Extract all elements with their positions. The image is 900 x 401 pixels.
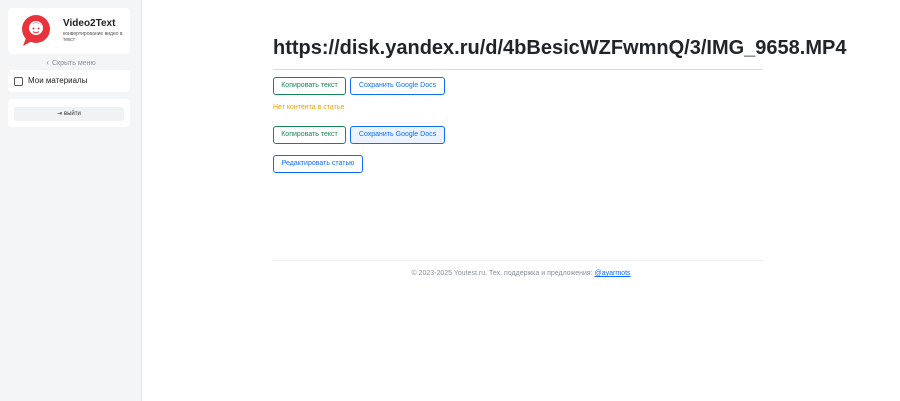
- chevron-left-icon: ‹: [46, 58, 49, 67]
- title-divider: [273, 69, 763, 70]
- materials-checkbox-icon: [14, 77, 23, 86]
- footer: © 2023-2025 Youtest.ru. Тех. поддержка и…: [142, 270, 900, 277]
- logout-card: ⇥ выйти: [8, 99, 130, 127]
- logout-icon: ⇥: [57, 111, 63, 117]
- copy-text-button-2[interactable]: Копировать текст: [273, 126, 346, 144]
- save-google-docs-button-2[interactable]: Сохранить Google Docs: [350, 126, 445, 144]
- main-content: https://disk.yandex.ru/d/4bBesicWZFwmnQ/…: [142, 0, 900, 401]
- logout-button[interactable]: ⇥ выйти: [14, 107, 124, 121]
- hide-menu-label: Скрыть меню: [52, 60, 96, 67]
- sidebar-item-my-materials[interactable]: Мои материалы: [8, 70, 130, 92]
- brand-logo-icon: [22, 15, 50, 46]
- brand-name: Video2Text: [63, 18, 116, 29]
- footer-divider: [273, 260, 763, 261]
- logout-label: выйти: [63, 111, 81, 117]
- hide-menu-toggle[interactable]: ‹ Скрыть меню: [0, 58, 142, 67]
- no-content-notice: Нет контента в статье: [273, 104, 345, 111]
- page-title: https://disk.yandex.ru/d/4bBesicWZFwmnQ/…: [273, 37, 847, 59]
- brand-tagline: конвертирование видео в текст: [63, 31, 123, 43]
- footer-text: © 2023-2025 Youtest.ru. Тех. поддержка и…: [411, 270, 593, 277]
- sidebar: Video2Text конвертирование видео в текст…: [0, 0, 142, 401]
- copy-text-button[interactable]: Копировать текст: [273, 77, 346, 95]
- save-google-docs-button[interactable]: Сохранить Google Docs: [350, 77, 445, 95]
- brand-logo-card[interactable]: Video2Text конвертирование видео в текст: [8, 8, 130, 54]
- edit-article-button[interactable]: Редактировать статью: [273, 155, 363, 173]
- support-link[interactable]: @ayarmots: [595, 270, 631, 277]
- sidebar-item-label: Мои материалы: [28, 76, 88, 85]
